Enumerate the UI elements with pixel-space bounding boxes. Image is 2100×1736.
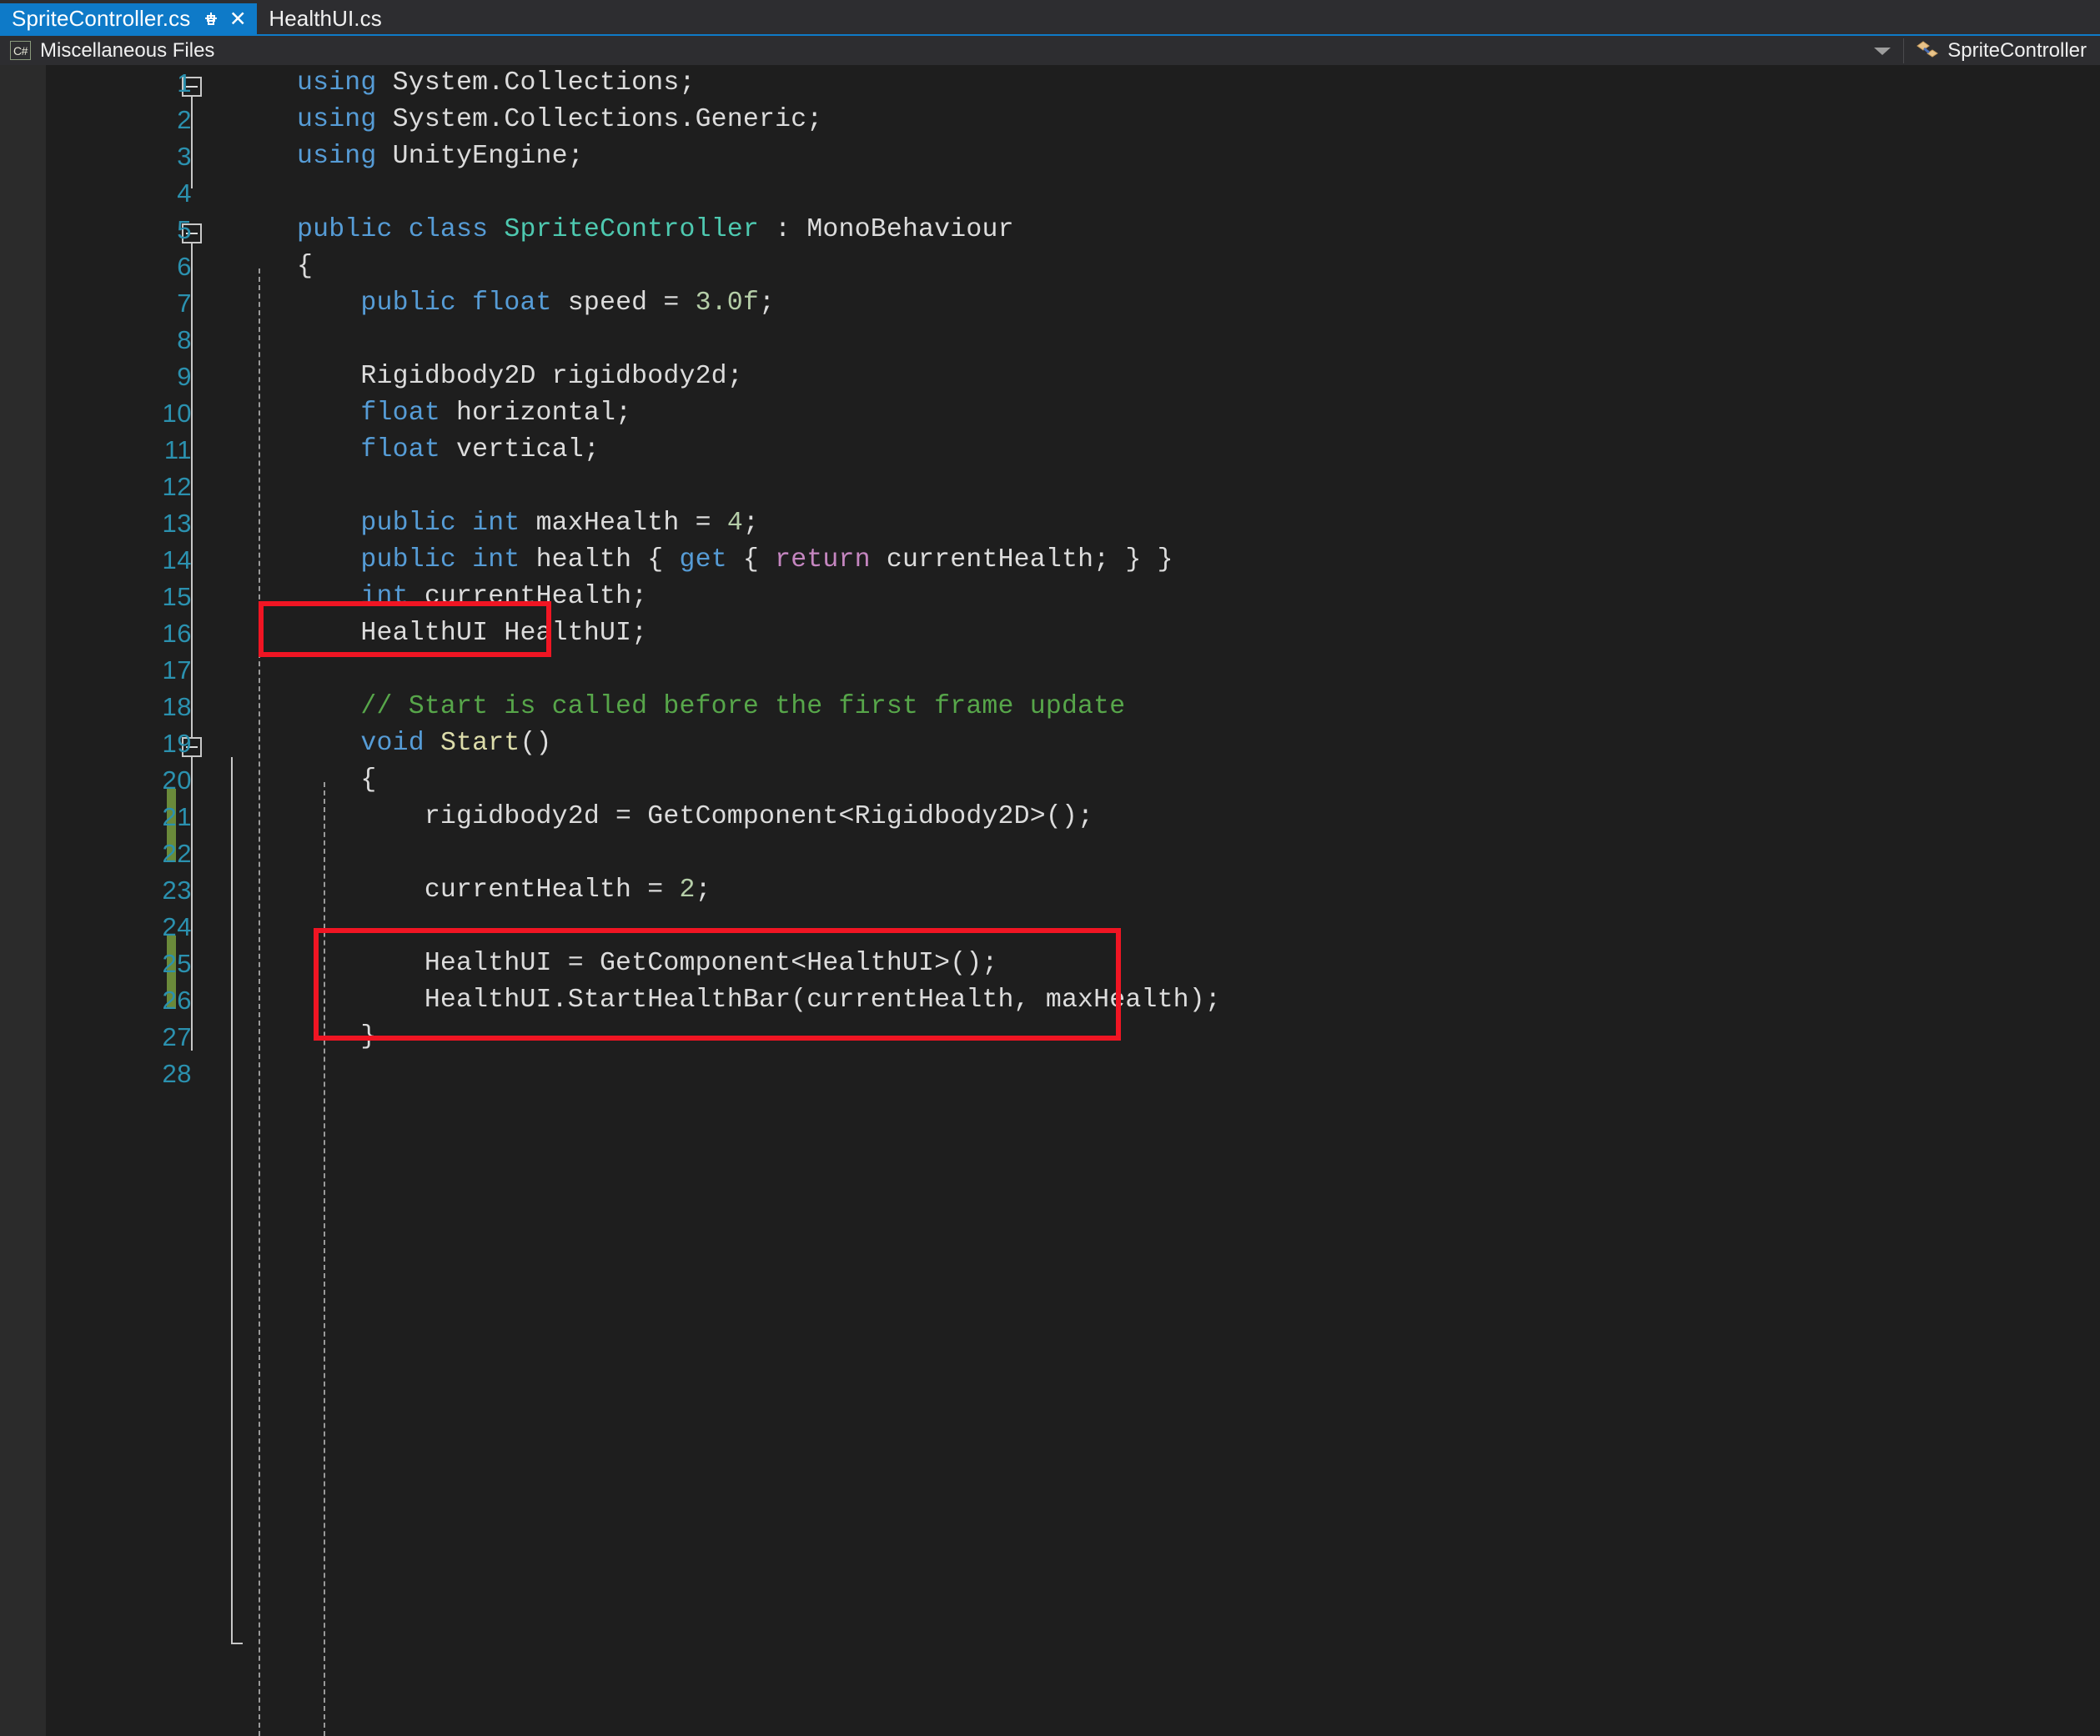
fold-stem-class [231,757,233,1644]
line-number: 4 [177,178,192,208]
fold-foot [231,1643,243,1644]
line-number: 6 [177,252,192,281]
tab-label: SpriteController.cs [12,6,191,31]
code-line-19[interactable]: void Start() [297,725,552,762]
line-number: 17 [162,655,192,685]
project-label: Miscellaneous Files [40,38,215,62]
line-number: 8 [177,325,192,354]
line-number: 18 [162,692,192,721]
tab-label: HealthUI.cs [269,6,382,31]
line-number: 21 [162,802,192,831]
indent-guide [259,268,260,1736]
line-number: 1 [177,68,192,98]
line-number: 11 [163,435,192,464]
line-number: 23 [162,876,192,905]
tab-healthui[interactable]: HealthUI.cs [257,3,400,34]
line-number: 24 [162,912,192,941]
code-editor[interactable]: 1 2 3 4 5 6 7 8 9 10 11 12 13 14 15 16 1… [0,65,2100,1736]
line-number: 27 [162,1022,192,1051]
code-line-5[interactable]: public class SpriteController : MonoBeha… [297,212,1014,248]
line-number: 19 [162,729,192,758]
chevron-down-icon[interactable] [1868,44,1897,58]
code-line-25[interactable]: HealthUI = GetComponent<HealthUI>(); [297,946,998,982]
line-number: 25 [162,949,192,978]
line-number: 28 [162,1059,192,1088]
line-number: 10 [162,399,192,428]
code-line-2[interactable]: using System.Collections.Generic; [297,102,822,138]
member-dropdown-group: SpriteController [1868,38,2100,63]
code-line-26[interactable]: HealthUI.StartHealthBar(currentHealth, m… [297,982,1221,1019]
line-number: 2 [177,105,192,134]
tab-strip: SpriteController.cs ✕ HealthUI.cs [0,0,2100,34]
line-number: 26 [162,986,192,1015]
code-line-3[interactable]: using UnityEngine; [297,138,584,175]
project-dropdown[interactable]: C# Miscellaneous Files [0,39,1868,63]
code-line-7[interactable]: public float speed = 3.0f; [297,285,775,322]
member-label: SpriteController [1947,38,2087,62]
line-number: 20 [162,765,192,795]
code-line-21[interactable]: rigidbody2d = GetComponent<Rigidbody2D>(… [297,799,1093,835]
pin-icon[interactable] [200,8,222,30]
code-line-6[interactable]: { [297,248,313,285]
indent-guide [324,782,325,1736]
code-line-1[interactable]: using System.Collections; [297,65,696,102]
line-number: 14 [162,545,192,574]
tab-spritecontroller[interactable]: SpriteController.cs ✕ [0,3,258,34]
line-number: 12 [162,472,192,501]
visual-studio-editor-window: SpriteController.cs ✕ HealthUI.cs C# Mis… [0,0,2100,1736]
code-line-16[interactable]: HealthUI HealthUI; [297,615,647,652]
code-line-13[interactable]: public int maxHealth = 4; [297,505,759,542]
code-line-20[interactable]: { [297,762,377,799]
line-number: 22 [162,839,192,868]
class-icon [1914,39,1939,63]
line-number: 13 [162,509,192,538]
code-line-10[interactable]: float horizontal; [297,395,631,432]
line-number: 5 [177,215,192,244]
line-number: 7 [177,288,192,318]
code-line-27[interactable]: } [297,1019,377,1056]
code-line-11[interactable]: float vertical; [297,432,600,469]
selection-margin[interactable] [0,65,46,1736]
line-number: 15 [162,582,192,611]
line-number: 16 [162,619,192,648]
code-line-14[interactable]: public int health { get { return current… [297,542,1173,579]
line-number: 3 [177,142,192,171]
code-line-23[interactable]: currentHealth = 2; [297,872,711,909]
code-line-15[interactable]: int currentHealth; [297,579,647,615]
nav-divider [1903,38,1905,63]
navigation-bar: C# Miscellaneous Files SpriteController [0,34,2100,65]
csharp-file-icon: C# [10,41,31,60]
close-icon[interactable]: ✕ [227,8,249,31]
line-number: 9 [177,362,192,391]
code-line-18[interactable]: // Start is called before the first fram… [297,689,1125,725]
code-line-9[interactable]: Rigidbody2D rigidbody2d; [297,359,743,395]
